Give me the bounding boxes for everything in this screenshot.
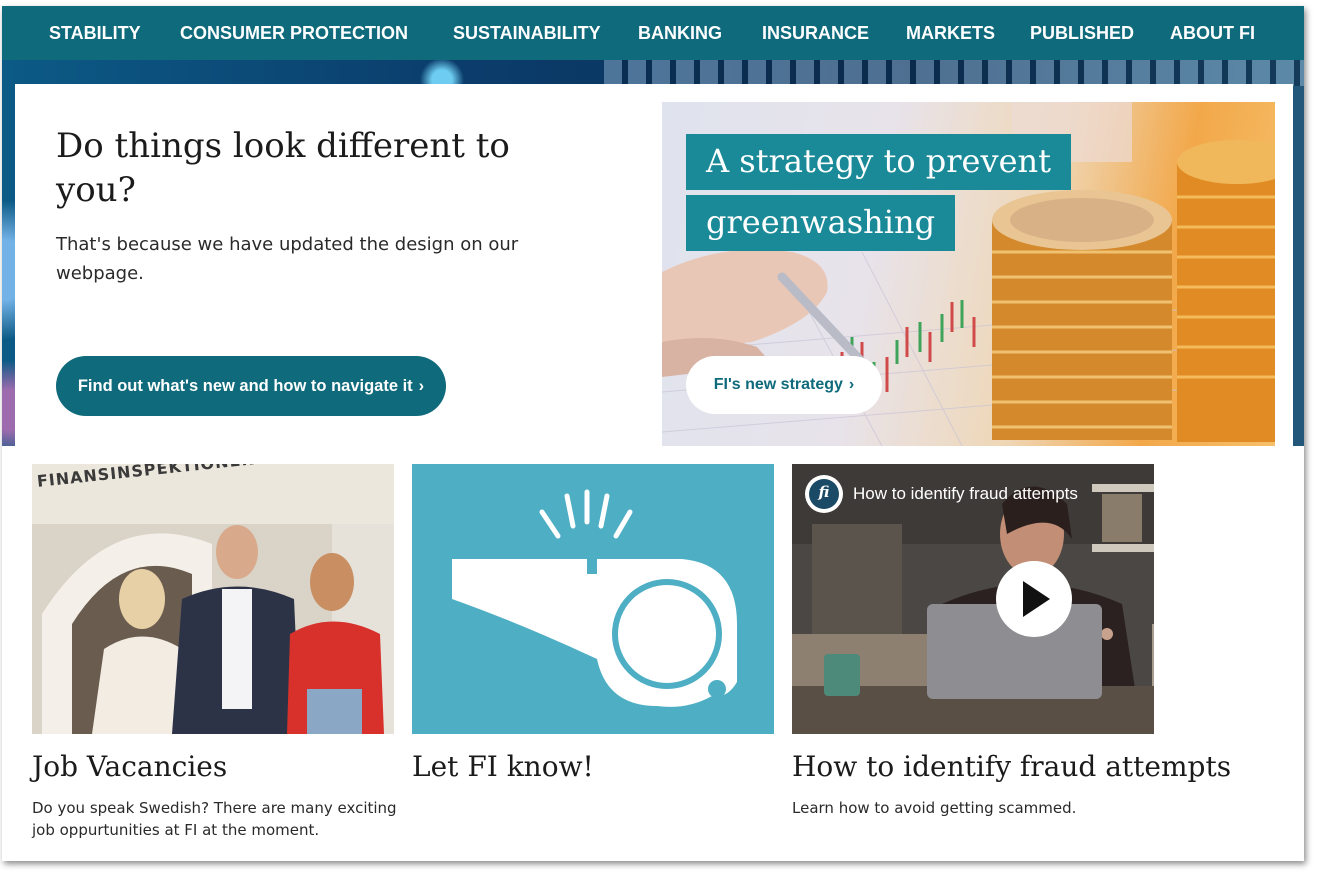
- whats-new-button-label: Find out what's new and how to navigate …: [77, 377, 413, 395]
- card-title-job-vacancies[interactable]: Job Vacancies: [32, 750, 227, 783]
- hero-background-image: [604, 60, 1304, 86]
- chevron-right-icon: ›: [418, 377, 425, 395]
- card-title-fraud-attempts[interactable]: How to identify fraud attempts: [792, 750, 1231, 783]
- nav-item-insurance[interactable]: INSURANCE: [762, 6, 869, 60]
- hero-title: Do things look different to you?: [56, 126, 510, 210]
- chevron-right-icon: ›: [848, 376, 855, 393]
- video-thumbnail-image: [792, 464, 1154, 734]
- nav-item-stability[interactable]: STABILITY: [49, 6, 141, 60]
- nav-item-consumer-protection[interactable]: CONSUMER PROTECTION: [180, 6, 408, 60]
- card-text-job-vacancies: Do you speak Swedish? There are many exc…: [32, 799, 397, 839]
- staff-photo-image: [32, 464, 394, 734]
- card-let-fi-know[interactable]: Let FI know!: [412, 464, 774, 783]
- card-title-let-fi-know[interactable]: Let FI know!: [412, 750, 594, 783]
- card-text-fraud-attempts: Learn how to avoid getting scammed.: [792, 799, 1077, 817]
- nav-item-published[interactable]: PUBLISHED: [1030, 6, 1134, 60]
- nav-item-sustainability[interactable]: SUSTAINABILITY: [453, 6, 601, 60]
- main-navigation: STABILITY CONSUMER PROTECTION SUSTAINABI…: [2, 6, 1304, 60]
- whistle-tile[interactable]: [412, 464, 774, 734]
- new-strategy-button-label: FI's new strategy: [713, 376, 843, 393]
- fraud-video-player[interactable]: fi How to identify fraud attempts: [792, 464, 1154, 734]
- page: STABILITY CONSUMER PROTECTION SUSTAINABI…: [2, 6, 1304, 861]
- job-vacancies-photo[interactable]: FINANSINSPEKTIONEN: [32, 464, 394, 734]
- card-fraud-attempts[interactable]: fi How to identify fraud attempts How to…: [792, 464, 1231, 817]
- whistle-icon: [452, 489, 737, 707]
- channel-logo: fi: [818, 483, 830, 501]
- nav-item-about-fi[interactable]: ABOUT FI: [1170, 6, 1255, 60]
- hero-description: That's because we have updated the desig…: [56, 234, 519, 284]
- nav-item-banking[interactable]: BANKING: [638, 6, 722, 60]
- video-title[interactable]: How to identify fraud attempts: [853, 484, 1078, 504]
- nav-item-markets[interactable]: MARKETS: [906, 6, 995, 60]
- promo-title-line-2: greenwashing: [686, 195, 956, 251]
- new-strategy-button[interactable]: FI's new strategy ›: [686, 356, 882, 414]
- card-job-vacancies[interactable]: FINANSINSPEKTIONEN Job Vacancies Do you …: [32, 464, 397, 839]
- whats-new-button[interactable]: Find out what's new and how to navigate …: [56, 356, 446, 416]
- strategy-promo[interactable]: A strategy to prevent greenwashing FI's …: [662, 102, 1275, 446]
- promo-title-line-1: A strategy to prevent: [686, 134, 1071, 190]
